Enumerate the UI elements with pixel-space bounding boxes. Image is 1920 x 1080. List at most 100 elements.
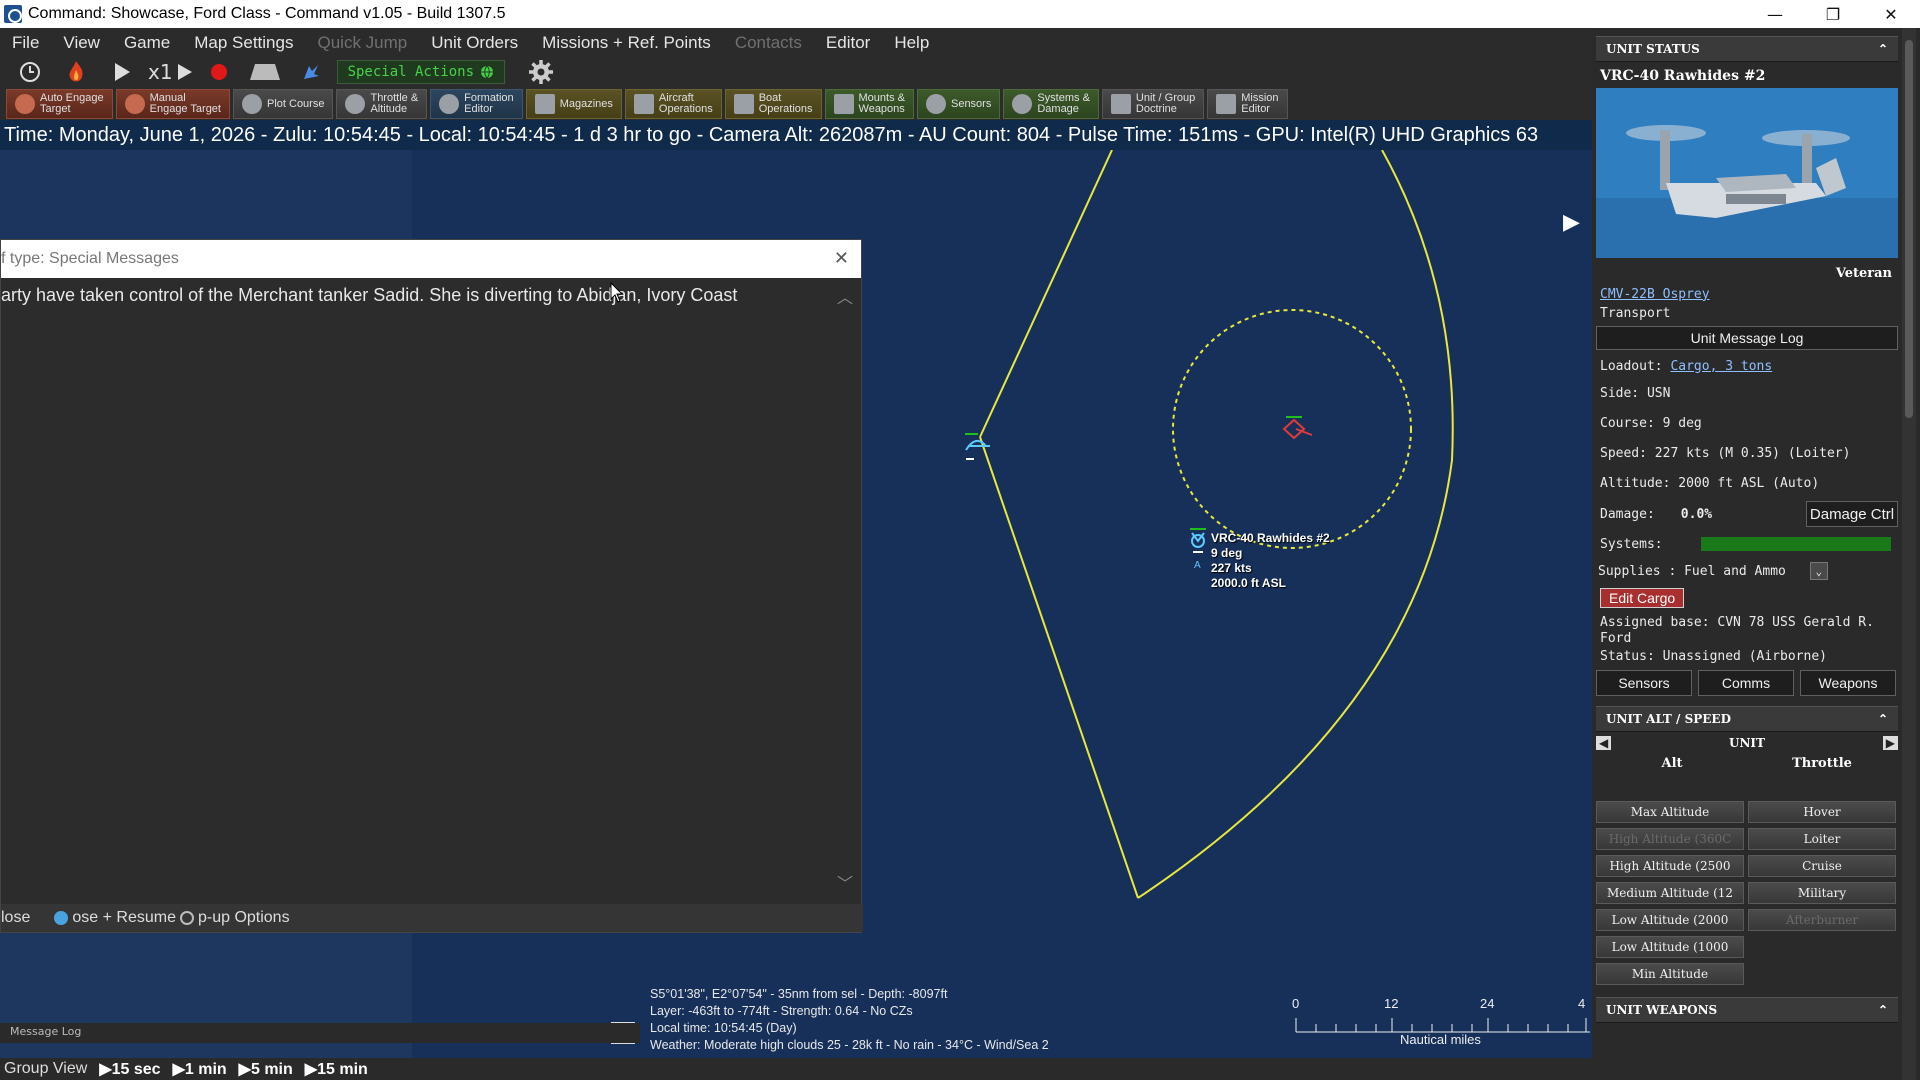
globe-icon — [481, 65, 493, 79]
manual-engage-button[interactable]: Manual Engage Target — [115, 89, 230, 119]
sensors-tab-button[interactable]: Sensors — [1596, 670, 1692, 696]
speed-15-sec[interactable]: ▶15 sec — [99, 1059, 160, 1079]
record-icon[interactable] — [199, 58, 239, 86]
menu-map-settings[interactable]: Map Settings — [182, 33, 305, 53]
popup-options-button[interactable]: p-up Options — [198, 909, 290, 927]
cruise-throttle-button[interactable]: Cruise — [1748, 855, 1896, 877]
speed-5-min[interactable]: ▶5 min — [239, 1059, 293, 1079]
osprey-unit-symbol[interactable]: A — [1190, 528, 1206, 571]
supplies-label: Supplies : — [1598, 563, 1677, 579]
speed-1-min[interactable]: ▶1 min — [173, 1059, 227, 1079]
high-altitude-36000-button[interactable]: High Altitude (360C — [1596, 828, 1744, 850]
loadout-link[interactable]: Cargo, 3 tons — [1670, 359, 1772, 374]
mounts-weapons-button[interactable]: Mounts & Weapons — [824, 89, 914, 119]
magazines-button[interactable]: Magazines — [525, 89, 622, 119]
close-resume-button[interactable]: ose + Resume — [72, 909, 176, 927]
unit-speed: Speed: 227 kts (M 0.35) (Loiter) — [1600, 445, 1851, 461]
edit-cargo-row: Edit Cargo — [1592, 584, 1902, 614]
collapse-icon[interactable]: ⌃ — [1878, 42, 1888, 56]
collapse-icon[interactable]: ⌃ — [1878, 712, 1888, 726]
aircraft-icon — [633, 94, 654, 114]
settings-gear-icon[interactable] — [521, 58, 561, 86]
play-icon[interactable] — [102, 58, 142, 86]
message-window-header[interactable]: f type: Special Messages ✕ — [1, 240, 861, 278]
doctrine-button[interactable]: Unit / Group Doctrine — [1101, 89, 1205, 119]
crosshair-icon — [15, 94, 35, 114]
close-icon[interactable]: ✕ — [834, 248, 849, 269]
menu-help[interactable]: Help — [882, 33, 941, 53]
mode-prev-arrow-icon[interactable]: ◀ — [1596, 736, 1612, 750]
low-altitude-1000-button[interactable]: Low Altitude (1000 — [1596, 936, 1744, 958]
fire-icon[interactable] — [56, 58, 96, 86]
auto-engage-button[interactable]: Auto Engage Target — [6, 89, 113, 119]
supplies-dropdown-chevron-down-icon[interactable]: ⌄ — [1809, 562, 1828, 580]
medium-altitude-button[interactable]: Medium Altitude (12 — [1596, 882, 1744, 904]
aircraft-operations-button[interactable]: Aircraft Operations — [624, 89, 722, 119]
unit-weapons-header[interactable]: UNIT WEAPONS ⌃ — [1596, 997, 1898, 1023]
systems-damage-button[interactable]: Systems & Damage — [1003, 89, 1099, 119]
close-message-button[interactable]: lose — [1, 909, 30, 927]
collapse-icon[interactable]: ⌃ — [1878, 1003, 1888, 1017]
systems-label: Systems: — [1600, 536, 1663, 552]
special-actions-button[interactable]: Special Actions — [336, 60, 505, 84]
expand-panel-arrow-icon[interactable]: ▶ — [1563, 210, 1583, 236]
damage-ctrl-button[interactable]: Damage Ctrl — [1806, 501, 1898, 527]
unit-label-altitude: 2000.0 ft ASL — [1211, 576, 1286, 590]
menu-game[interactable]: Game — [112, 33, 182, 53]
low-altitude-2000-button[interactable]: Low Altitude (2000 — [1596, 909, 1744, 931]
min-altitude-button[interactable]: Min Altitude — [1596, 963, 1744, 985]
plot-course-button[interactable]: Plot Course — [232, 89, 334, 119]
cursor-info-panel: S5°01'38", E2°07'54" - 35nm from sel - D… — [650, 986, 1049, 1054]
pointer-icon[interactable] — [291, 58, 331, 86]
scale-tick-0: 0 — [1292, 996, 1300, 1011]
unit-class-link[interactable]: CMV-22B Osprey — [1600, 287, 1710, 302]
scroll-down-icon[interactable]: ﹀ — [837, 870, 853, 894]
camera-icon[interactable] — [245, 58, 285, 86]
menu-view[interactable]: View — [51, 33, 112, 53]
comms-tab-button[interactable]: Comms — [1698, 670, 1794, 696]
boat-operations-button[interactable]: Boat Operations — [724, 89, 822, 119]
unit-message-log-button[interactable]: Unit Message Log — [1596, 326, 1898, 350]
unit-side: Side: USN — [1600, 385, 1671, 401]
afterburner-throttle-button[interactable]: Afterburner — [1748, 909, 1896, 931]
scale-tick-24: 24 — [1480, 996, 1495, 1011]
sensors-button[interactable]: Sensors — [916, 89, 1001, 119]
contact-symbol[interactable] — [1282, 416, 1313, 440]
loiter-throttle-button[interactable]: Loiter — [1748, 828, 1896, 850]
unit-label-name: VRC-40 Rawhides #2 — [1211, 531, 1330, 545]
weapons-tab-button[interactable]: Weapons — [1800, 670, 1896, 696]
time-compression[interactable]: x1 — [148, 58, 193, 86]
close-window-button[interactable]: ✕ — [1862, 0, 1920, 28]
edit-cargo-button[interactable]: Edit Cargo — [1600, 588, 1685, 608]
group-view-toggle[interactable]: Group View — [4, 1060, 87, 1078]
alt-speed-header[interactable]: UNIT ALT / SPEED ⌃ — [1596, 706, 1898, 732]
speed-15-min[interactable]: ▶15 min — [305, 1059, 368, 1079]
max-altitude-button[interactable]: Max Altitude — [1596, 801, 1744, 823]
menu-quick-jump[interactable]: Quick Jump — [305, 33, 419, 53]
command-app-window: Command: Showcase, Ford Class - Command … — [0, 0, 1920, 1080]
panel-scrollbar[interactable] — [1902, 28, 1916, 1080]
scroll-up-icon[interactable]: ︿ — [837, 284, 853, 308]
throttle-altitude-button[interactable]: Throttle & Altitude — [336, 89, 428, 119]
mission-editor-button[interactable]: Mission Editor — [1207, 89, 1288, 119]
military-throttle-button[interactable]: Military — [1748, 882, 1896, 904]
menu-contacts[interactable]: Contacts — [723, 33, 814, 53]
scale-tick-end: 4 — [1578, 996, 1586, 1011]
high-altitude-25000-button[interactable]: High Altitude (2500 — [1596, 855, 1744, 877]
formation-editor-button[interactable]: Formation Editor — [430, 89, 523, 119]
menu-missions[interactable]: Missions + Ref. Points — [530, 33, 723, 53]
damage-label: Damage: — [1600, 506, 1655, 522]
mode-next-arrow-icon[interactable]: ▶ — [1882, 736, 1898, 750]
unit-status-header[interactable]: UNIT STATUS ⌃ — [1596, 36, 1898, 62]
menu-unit-orders[interactable]: Unit Orders — [419, 33, 530, 53]
clock-icon[interactable] — [10, 58, 50, 86]
menu-editor[interactable]: Editor — [814, 33, 882, 53]
restore-button[interactable]: ❐ — [1804, 0, 1862, 28]
hover-throttle-button[interactable]: Hover — [1748, 801, 1896, 823]
map-shade-region — [0, 150, 412, 240]
message-log-tab[interactable]: Message Log — [0, 1023, 640, 1043]
minimize-button[interactable]: — — [1746, 0, 1804, 28]
scrollbar-thumb[interactable] — [1905, 40, 1913, 418]
supplies-row: Supplies : Fuel and Ammo ⌄ — [1592, 558, 1902, 584]
menu-file[interactable]: File — [0, 33, 51, 53]
